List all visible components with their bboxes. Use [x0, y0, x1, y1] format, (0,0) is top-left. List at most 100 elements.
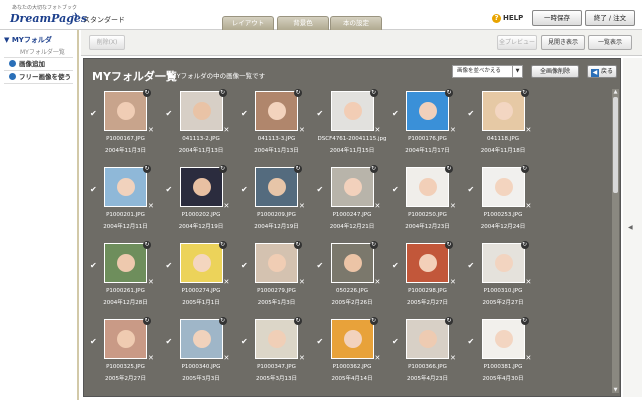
photo-item[interactable]: ✔ ↻ ✕ P1000250.JPG 2004年12月23日 [390, 165, 465, 243]
delete-all-button[interactable]: 全画像削除 [531, 65, 579, 78]
photo-thumbnail[interactable] [481, 243, 525, 283]
photo-thumbnail[interactable] [481, 91, 525, 131]
close-icon[interactable]: ✕ [299, 278, 305, 286]
rotate-icon[interactable]: ↻ [294, 317, 302, 325]
photo-item[interactable]: ✔ ↻ ✕ 050226.JPG 2005年2月26日 [315, 241, 390, 319]
photo-thumbnail[interactable] [255, 243, 298, 283]
photo-thumbnail[interactable] [104, 319, 147, 359]
close-icon[interactable]: ✕ [299, 126, 305, 134]
rotate-icon[interactable]: ↻ [218, 317, 227, 325]
sidebar-item-folder-list[interactable]: MYフォルダ一覧 [4, 45, 73, 58]
photo-thumbnail[interactable] [406, 167, 449, 207]
photo-item[interactable]: ✔ ↻ ✕ DSCF4761-20041115.jpg 2004年11月15日 [315, 89, 390, 167]
rotate-icon[interactable]: ↻ [520, 317, 529, 325]
sort-dropdown[interactable]: 画像を並べかえる ▼ [452, 65, 523, 78]
photo-item[interactable]: ✔ ↻ ✕ P1000298.JPG 2005年2月27日 [390, 241, 465, 319]
close-icon[interactable]: ✕ [375, 354, 381, 362]
photo-item[interactable]: ✔ ↻ ✕ P1000167.JPG 2004年11月3日 [88, 89, 163, 167]
photo-thumbnail[interactable] [179, 167, 223, 207]
photo-item[interactable]: ✔ ↻ ✕ P1000310.JPG 2005年2月27日 [466, 241, 541, 319]
close-icon[interactable]: ✕ [224, 202, 230, 210]
photo-thumbnail[interactable] [481, 319, 525, 359]
rotate-icon[interactable]: ↻ [143, 165, 151, 173]
rotate-icon[interactable]: ↻ [294, 165, 302, 173]
rotate-icon[interactable]: ↻ [218, 89, 227, 97]
close-icon[interactable]: ✕ [450, 354, 456, 362]
photo-thumbnail[interactable] [179, 319, 223, 359]
close-icon[interactable]: ✕ [450, 202, 456, 210]
photo-thumbnail[interactable] [406, 243, 449, 283]
rotate-icon[interactable]: ↻ [520, 241, 529, 249]
photo-item[interactable]: ✔ ↻ ✕ P1000366.JPG 2005年4月23日 [390, 317, 465, 395]
close-icon[interactable]: ✕ [148, 202, 154, 210]
photo-thumbnail[interactable] [179, 91, 223, 131]
close-icon[interactable]: ✕ [450, 278, 456, 286]
close-icon[interactable]: ✕ [375, 126, 381, 134]
close-icon[interactable]: ✕ [148, 126, 154, 134]
rotate-icon[interactable]: ↻ [143, 241, 151, 249]
close-icon[interactable]: ✕ [299, 202, 305, 210]
close-icon[interactable]: ✕ [375, 202, 381, 210]
rotate-icon[interactable]: ↻ [294, 89, 302, 97]
photo-item[interactable]: ✔ ↻ ✕ P1000202.JPG 2004年12月19日 [164, 165, 239, 243]
photo-thumbnail[interactable] [481, 167, 525, 207]
scroll-down-icon[interactable]: ▼ [612, 387, 619, 393]
photo-item[interactable]: ✔ ↻ ✕ P1000340.JPG 2005年3月3日 [164, 317, 239, 395]
photo-thumbnail[interactable] [330, 91, 374, 131]
close-icon[interactable]: ✕ [526, 278, 532, 286]
rotate-icon[interactable]: ↻ [445, 241, 453, 249]
finish-order-button[interactable]: 終了 / 注文 [585, 10, 635, 26]
rotate-icon[interactable]: ↻ [143, 317, 151, 325]
photo-item[interactable]: ✔ ↻ ✕ P1000362.JPG 2005年4月14日 [315, 317, 390, 395]
scrollbar[interactable]: ▲ ▼ [612, 89, 619, 393]
photo-item[interactable]: ✔ ↻ ✕ P1000253.JPG 2004年12月24日 [466, 165, 541, 243]
photo-thumbnail[interactable] [330, 167, 374, 207]
spread-view-button[interactable]: 見開き表示 [541, 35, 585, 50]
close-icon[interactable]: ✕ [224, 354, 230, 362]
tab-background[interactable]: 背景色 [277, 16, 329, 30]
rotate-icon[interactable]: ↻ [369, 165, 378, 173]
close-icon[interactable]: ✕ [224, 126, 230, 134]
rotate-icon[interactable]: ↻ [218, 165, 227, 173]
photo-item[interactable]: ✔ ↻ ✕ 041113-2.JPG 2004年11月13日 [164, 89, 239, 167]
photo-item[interactable]: ✔ ↻ ✕ P1000325.JPG 2005年2月27日 [88, 317, 163, 395]
tab-layout[interactable]: レイアウト [222, 16, 274, 30]
rotate-icon[interactable]: ↻ [520, 165, 529, 173]
photo-item[interactable]: ✔ ↻ ✕ P1000247.JPG 2004年12月21日 [315, 165, 390, 243]
photo-thumbnail[interactable] [255, 91, 298, 131]
photo-item[interactable]: ✔ ↻ ✕ P1000381.JPG 2005年4月30日 [466, 317, 541, 395]
photo-item[interactable]: ✔ ↻ ✕ P1000209.JPG 2004年12月19日 [239, 165, 314, 243]
photo-item[interactable]: ✔ ↻ ✕ P1000261.JPG 2004年12月28日 [88, 241, 163, 319]
delete-button[interactable]: 削除(X) [89, 35, 125, 50]
triangle-left-icon[interactable]: ◀ [628, 224, 633, 231]
photo-item[interactable]: ✔ ↻ ✕ 041113-3.JPG 2004年11月13日 [239, 89, 314, 167]
rotate-icon[interactable]: ↻ [445, 165, 453, 173]
photo-item[interactable]: ✔ ↻ ✕ P1000274.JPG 2005年1月1日 [164, 241, 239, 319]
close-icon[interactable]: ✕ [450, 126, 456, 134]
preview-button[interactable]: 全プレビュー [497, 35, 537, 50]
sidebar-item-free-images[interactable]: フリー画像を使う [4, 71, 73, 84]
close-icon[interactable]: ✕ [526, 126, 532, 134]
photo-thumbnail[interactable] [104, 243, 147, 283]
rotate-icon[interactable]: ↻ [143, 89, 151, 97]
rotate-icon[interactable]: ↻ [369, 89, 378, 97]
rotate-icon[interactable]: ↻ [294, 241, 302, 249]
tab-book-settings[interactable]: 本の設定 [330, 16, 382, 30]
photo-thumbnail[interactable] [255, 319, 298, 359]
photo-item[interactable]: ✔ ↻ ✕ P1000176.JPG 2004年11月17日 [390, 89, 465, 167]
photo-item[interactable]: ✔ ↻ ✕ P1000201.JPG 2004年12月11日 [88, 165, 163, 243]
back-button[interactable]: ◀ 戻る [587, 65, 617, 78]
scroll-up-icon[interactable]: ▲ [612, 89, 619, 95]
close-icon[interactable]: ✕ [224, 278, 230, 286]
scrollbar-thumb[interactable] [613, 97, 618, 193]
photo-thumbnail[interactable] [406, 319, 449, 359]
rotate-icon[interactable]: ↻ [445, 89, 453, 97]
photo-item[interactable]: ✔ ↻ ✕ P1000279.JPG 2005年1月3日 [239, 241, 314, 319]
photo-item[interactable]: ✔ ↻ ✕ 041118.JPG 2004年11月18日 [466, 89, 541, 167]
rotate-icon[interactable]: ↻ [369, 241, 378, 249]
close-icon[interactable]: ✕ [148, 354, 154, 362]
photo-thumbnail[interactable] [406, 91, 449, 131]
rotate-icon[interactable]: ↻ [520, 89, 529, 97]
photo-thumbnail[interactable] [330, 243, 374, 283]
help-button[interactable]: ? HELP [492, 14, 523, 23]
